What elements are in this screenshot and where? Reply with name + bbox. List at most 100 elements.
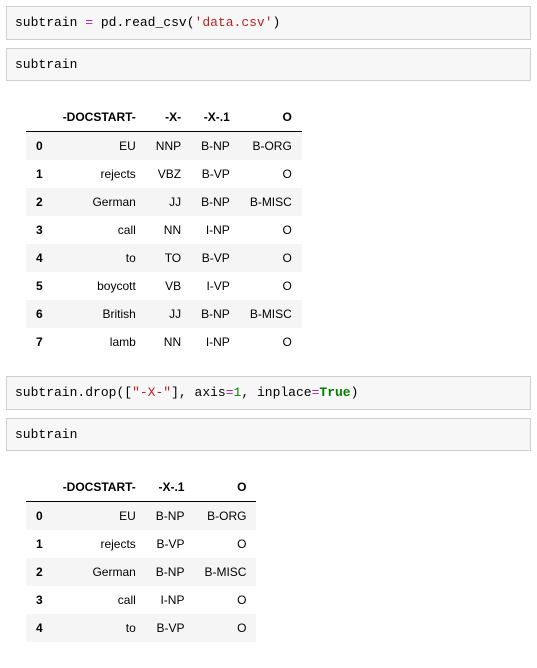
col-header: -X-	[146, 103, 191, 132]
code-token: subtrain	[15, 427, 77, 442]
cell: O	[240, 216, 302, 244]
table-row: 3callI-NPO	[26, 586, 256, 614]
row-index: 0	[26, 132, 53, 161]
output-area-1: -DOCSTART- -X- -X-.1 O 0EUNNPB-NPB-ORG1r…	[6, 89, 531, 376]
cell: JJ	[146, 300, 191, 328]
cell: B-MISC	[194, 558, 256, 586]
table-row: 1rejectsVBZB-VPO	[26, 160, 302, 188]
table-row: 2GermanJJB-NPB-MISC	[26, 188, 302, 216]
row-index: 7	[26, 328, 53, 356]
cell: B-VP	[191, 160, 240, 188]
table-row: 7lambNNI-NPO	[26, 328, 302, 356]
cell: O	[194, 530, 256, 558]
code-token: pd	[101, 15, 117, 30]
code-token: subtrain	[15, 15, 77, 30]
cell: B-NP	[191, 300, 240, 328]
code-cell-2[interactable]: subtrain	[6, 48, 531, 82]
cell: VBZ	[146, 160, 191, 188]
cell: O	[194, 586, 256, 614]
cell: call	[53, 586, 146, 614]
cell: German	[53, 558, 146, 586]
cell: VB	[146, 272, 191, 300]
table-row: 2GermanB-NPB-MISC	[26, 558, 256, 586]
row-index: 5	[26, 272, 53, 300]
col-header: -DOCSTART-	[53, 473, 146, 502]
table-header-row: -DOCSTART- -X-.1 O	[26, 473, 256, 502]
cell: B-MISC	[240, 300, 302, 328]
cell: call	[53, 216, 146, 244]
cell: O	[240, 244, 302, 272]
table-row: 3callNNI-NPO	[26, 216, 302, 244]
cell: to	[53, 244, 146, 272]
cell: B-VP	[191, 244, 240, 272]
table-row: 6BritishJJB-NPB-MISC	[26, 300, 302, 328]
output-area-2: -DOCSTART- -X-.1 O 0EUB-NPB-ORG1rejectsB…	[6, 459, 531, 662]
cell: NNP	[146, 132, 191, 161]
cell: O	[240, 272, 302, 300]
cell: B-ORG	[240, 132, 302, 161]
cell: boycott	[53, 272, 146, 300]
cell: to	[53, 614, 146, 642]
cell: B-NP	[146, 502, 195, 531]
row-index: 1	[26, 530, 53, 558]
cell: B-VP	[146, 530, 195, 558]
code-token: subtrain	[15, 385, 77, 400]
cell: O	[194, 614, 256, 642]
col-header: -DOCSTART-	[53, 103, 146, 132]
cell: rejects	[53, 530, 146, 558]
cell: B-NP	[191, 188, 240, 216]
cell: rejects	[53, 160, 146, 188]
row-index: 1	[26, 160, 53, 188]
code-token: read_csv	[124, 15, 186, 30]
code-token: (	[187, 15, 195, 30]
cell: I-NP	[191, 328, 240, 356]
table-row: 0EUB-NPB-ORG	[26, 502, 256, 531]
row-index: 2	[26, 558, 53, 586]
cell: B-ORG	[194, 502, 256, 531]
dataframe-table-1: -DOCSTART- -X- -X-.1 O 0EUNNPB-NPB-ORG1r…	[26, 103, 302, 356]
code-token: ]	[171, 385, 179, 400]
cell: O	[240, 160, 302, 188]
code-cell-4[interactable]: subtrain	[6, 418, 531, 452]
cell: B-MISC	[240, 188, 302, 216]
code-token: )	[351, 385, 359, 400]
code-token: =	[226, 385, 234, 400]
cell: B-VP	[146, 614, 195, 642]
table-row: 1rejectsB-VPO	[26, 530, 256, 558]
col-header: -X-.1	[146, 473, 195, 502]
cell: B-NP	[146, 558, 195, 586]
cell: EU	[53, 132, 146, 161]
code-token: inplace	[249, 385, 311, 400]
code-cell-1[interactable]: subtrain = pd.read_csv('data.csv')	[6, 6, 531, 40]
table-row: 4toB-VPO	[26, 614, 256, 642]
dataframe-table-2: -DOCSTART- -X-.1 O 0EUB-NPB-ORG1rejectsB…	[26, 473, 256, 642]
code-token: =	[85, 15, 93, 30]
code-token: )	[273, 15, 281, 30]
cell: JJ	[146, 188, 191, 216]
row-index: 4	[26, 614, 53, 642]
col-header: O	[240, 103, 302, 132]
code-token: axis	[187, 385, 226, 400]
cell: I-NP	[146, 586, 195, 614]
code-token: ,	[241, 385, 249, 400]
code-cell-3[interactable]: subtrain.drop(["-X-"], axis=1, inplace=T…	[6, 376, 531, 410]
row-index: 3	[26, 216, 53, 244]
cell: I-VP	[191, 272, 240, 300]
table-corner	[26, 103, 53, 132]
cell: TO	[146, 244, 191, 272]
code-token: subtrain	[15, 57, 77, 72]
cell: O	[240, 328, 302, 356]
code-string: "-X-"	[132, 385, 171, 400]
col-header: -X-.1	[191, 103, 240, 132]
cell: British	[53, 300, 146, 328]
cell: lamb	[53, 328, 146, 356]
row-index: 6	[26, 300, 53, 328]
code-token: drop	[85, 385, 116, 400]
code-keyword: True	[319, 385, 350, 400]
col-header: O	[194, 473, 256, 502]
cell: EU	[53, 502, 146, 531]
table-row: 0EUNNPB-NPB-ORG	[26, 132, 302, 161]
cell: German	[53, 188, 146, 216]
code-token	[93, 15, 101, 30]
cell: B-NP	[191, 132, 240, 161]
